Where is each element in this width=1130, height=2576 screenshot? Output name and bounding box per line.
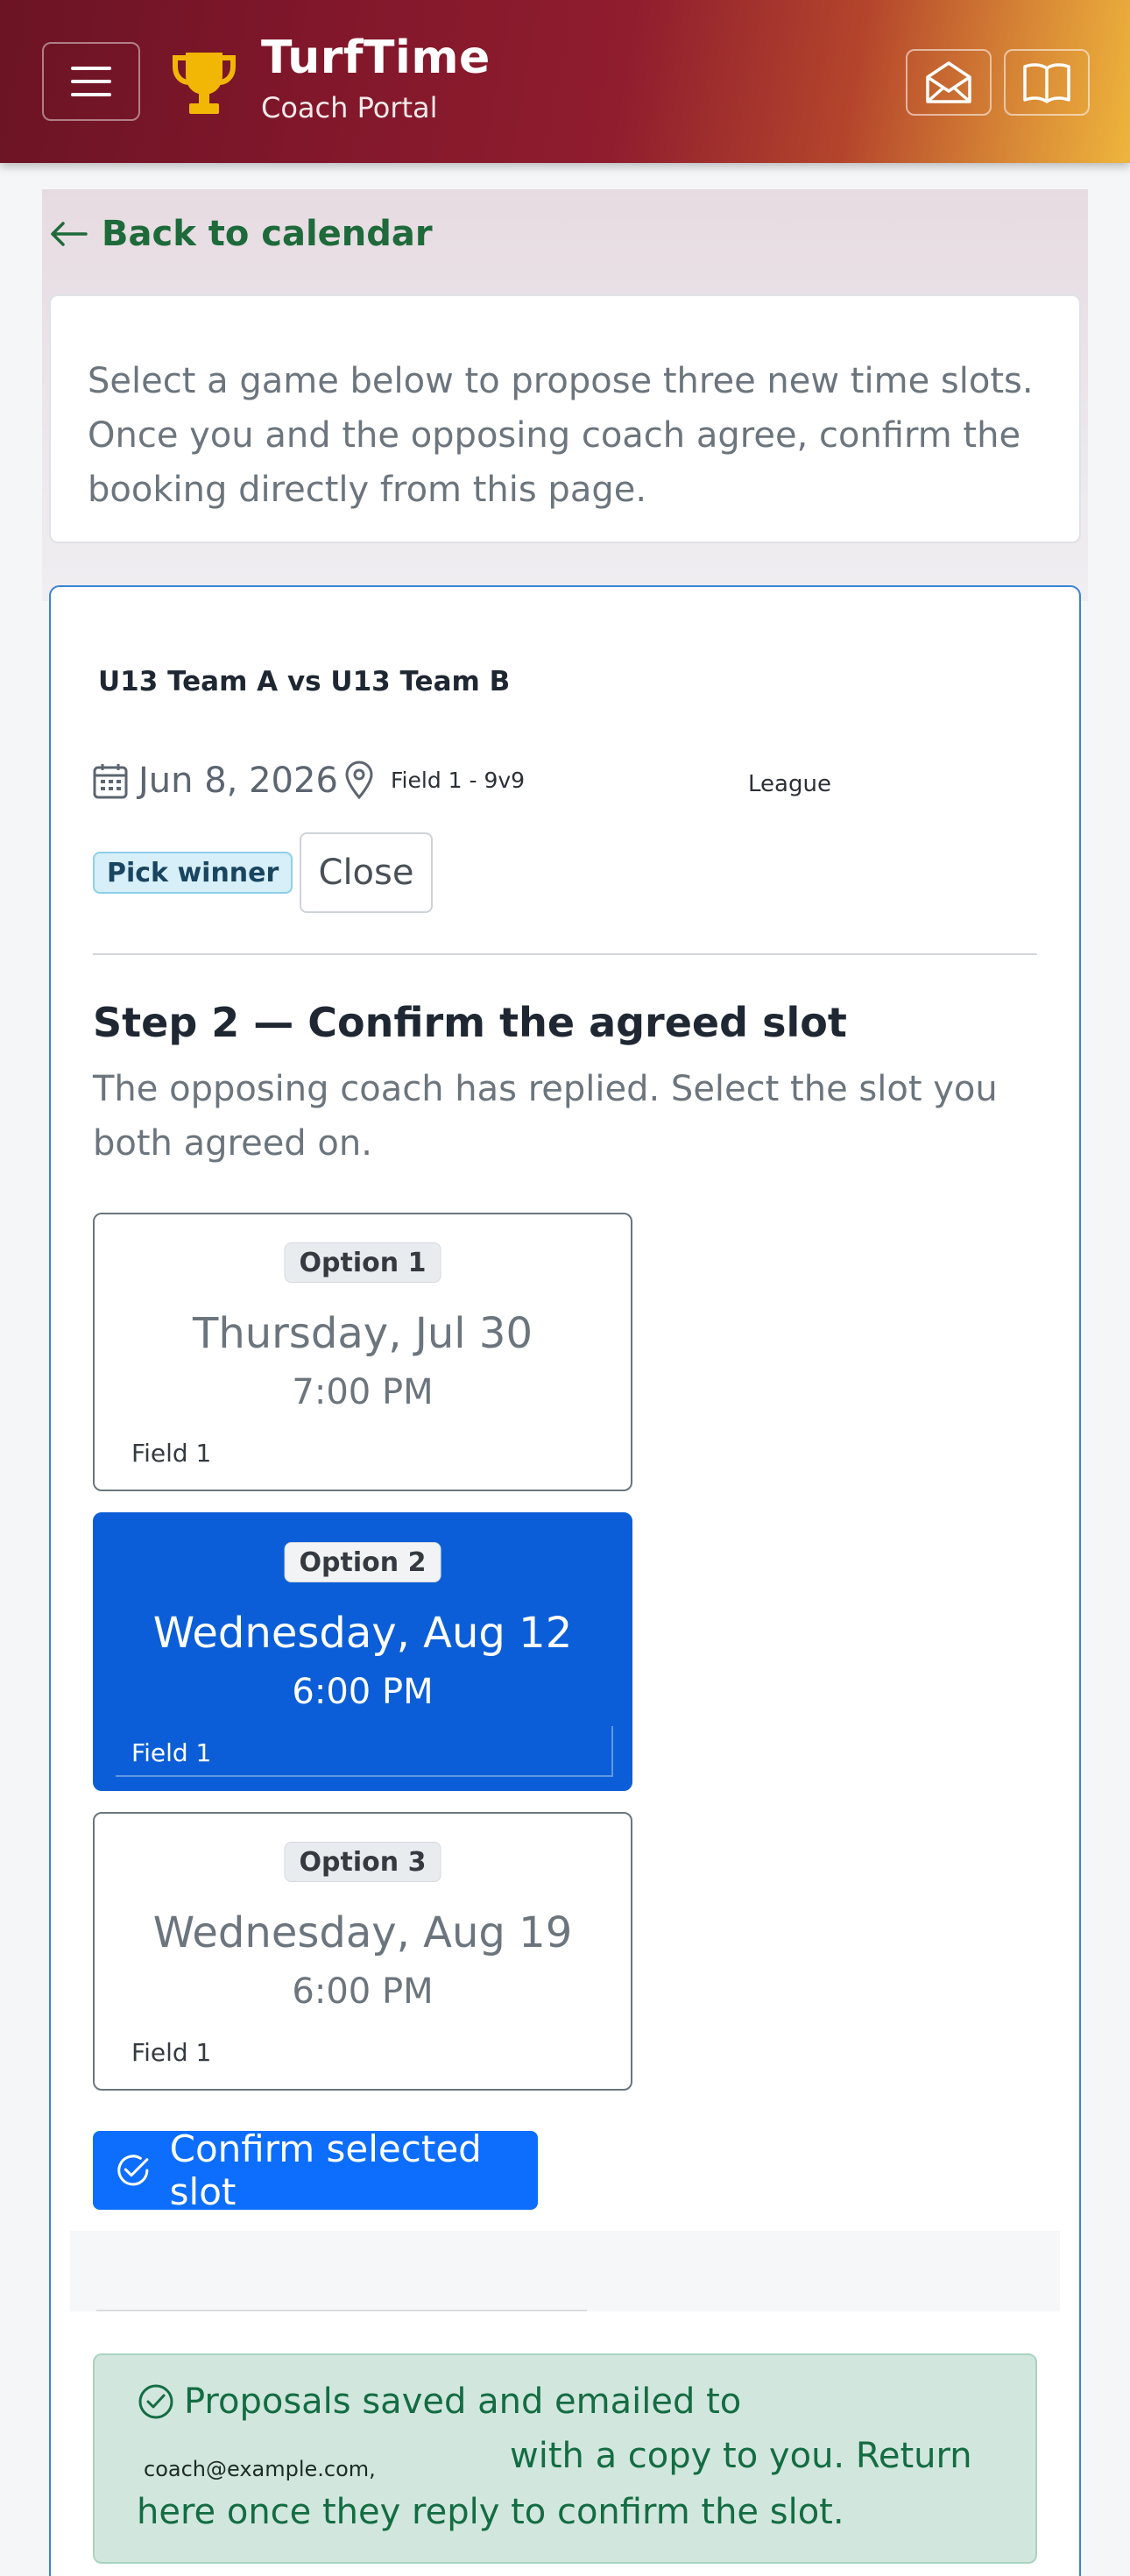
option-time: 6:00 PM — [292, 1672, 434, 1712]
option-time: 6:00 PM — [292, 1971, 434, 2012]
slot-option-2[interactable]: Option 2 Wednesday, Aug 12 6:00 PM Field… — [93, 1512, 632, 1791]
arrow-left-icon — [51, 222, 88, 246]
intro-card: Select a game below to propose three new… — [49, 294, 1081, 543]
step2-description: The opposing coach has replied. Select t… — [93, 1069, 998, 1164]
hamburger-menu-icon — [71, 67, 111, 70]
game-field: Field 1 - 9v9 — [391, 767, 526, 793]
slot-option-1[interactable]: Option 1 Thursday, Jul 30 7:00 PM Field … — [93, 1213, 632, 1491]
collapsed-section-band — [70, 2231, 1060, 2311]
option-time: 7:00 PM — [292, 1372, 434, 1412]
calendar-icon — [93, 764, 128, 799]
intro-text: Select a game below to propose three new… — [88, 361, 1034, 510]
app-header: TurfTime Coach Portal — [0, 0, 1130, 163]
option-label: Option 3 — [284, 1842, 441, 1882]
match-title: U13 Team A vs U13 Team B — [98, 666, 511, 697]
menu-toggle-button[interactable] — [42, 42, 140, 121]
slot-option-3[interactable]: Option 3 Wednesday, Aug 19 6:00 PM Field… — [93, 1812, 632, 2091]
section-divider — [93, 953, 1037, 955]
option-date: Thursday, Jul 30 — [193, 1309, 533, 1358]
game-meta-field: Field 1 - 9v9 — [343, 761, 525, 799]
back-link-label: Back to calendar — [102, 214, 433, 254]
confirm-slot-label: Confirm selected slot — [169, 2127, 482, 2213]
success-alert: Proposals saved and emailed to coach@exa… — [93, 2353, 1037, 2564]
option-field: Field 1 — [131, 2038, 212, 2067]
alert-text-2: with a copy to you. Return — [510, 2436, 972, 2476]
option-label: Option 2 — [284, 1542, 441, 1582]
brand-subtitle: Coach Portal — [261, 91, 438, 124]
option-field: Field 1 — [131, 1439, 212, 1468]
location-pin-icon — [345, 761, 373, 799]
option-label: Option 1 — [284, 1242, 441, 1283]
game-type: League — [748, 771, 831, 797]
open-book-icon — [1023, 63, 1070, 103]
step2-title: Step 2 — Confirm the agreed slot — [93, 999, 847, 1046]
game-date: Jun 8, 2026 — [138, 761, 338, 801]
option-date: Wednesday, Aug 12 — [152, 1609, 573, 1658]
pick-winner-badge: Pick winner — [93, 852, 293, 894]
confirm-slot-button[interactable]: Confirm selected slot — [93, 2127, 538, 2213]
alert-text-1: Proposals saved and emailed to — [184, 2381, 742, 2422]
trophy-icon — [173, 53, 236, 114]
guide-button[interactable] — [1004, 49, 1090, 116]
game-meta-type: League — [748, 771, 831, 797]
check-circle-icon — [117, 2155, 149, 2186]
alert-text-3: here once they reply to confirm the slot… — [137, 2492, 844, 2532]
check-circle-icon — [138, 2384, 173, 2419]
option-date: Wednesday, Aug 19 — [152, 1908, 573, 1957]
collapsed-section-divider — [96, 2310, 587, 2311]
close-button[interactable]: Close — [300, 832, 433, 913]
alert-line-1: Proposals saved and emailed to — [137, 2381, 741, 2422]
back-to-calendar-link[interactable]: Back to calendar — [49, 214, 433, 254]
brand-title: TurfTime — [261, 32, 491, 84]
envelope-open-icon — [926, 61, 971, 103]
game-meta-date: Jun 8, 2026 — [93, 761, 338, 801]
inbox-button[interactable] — [906, 49, 992, 116]
option-field: Field 1 — [131, 1738, 212, 1767]
alert-email: coach@example.com, — [144, 2457, 376, 2481]
